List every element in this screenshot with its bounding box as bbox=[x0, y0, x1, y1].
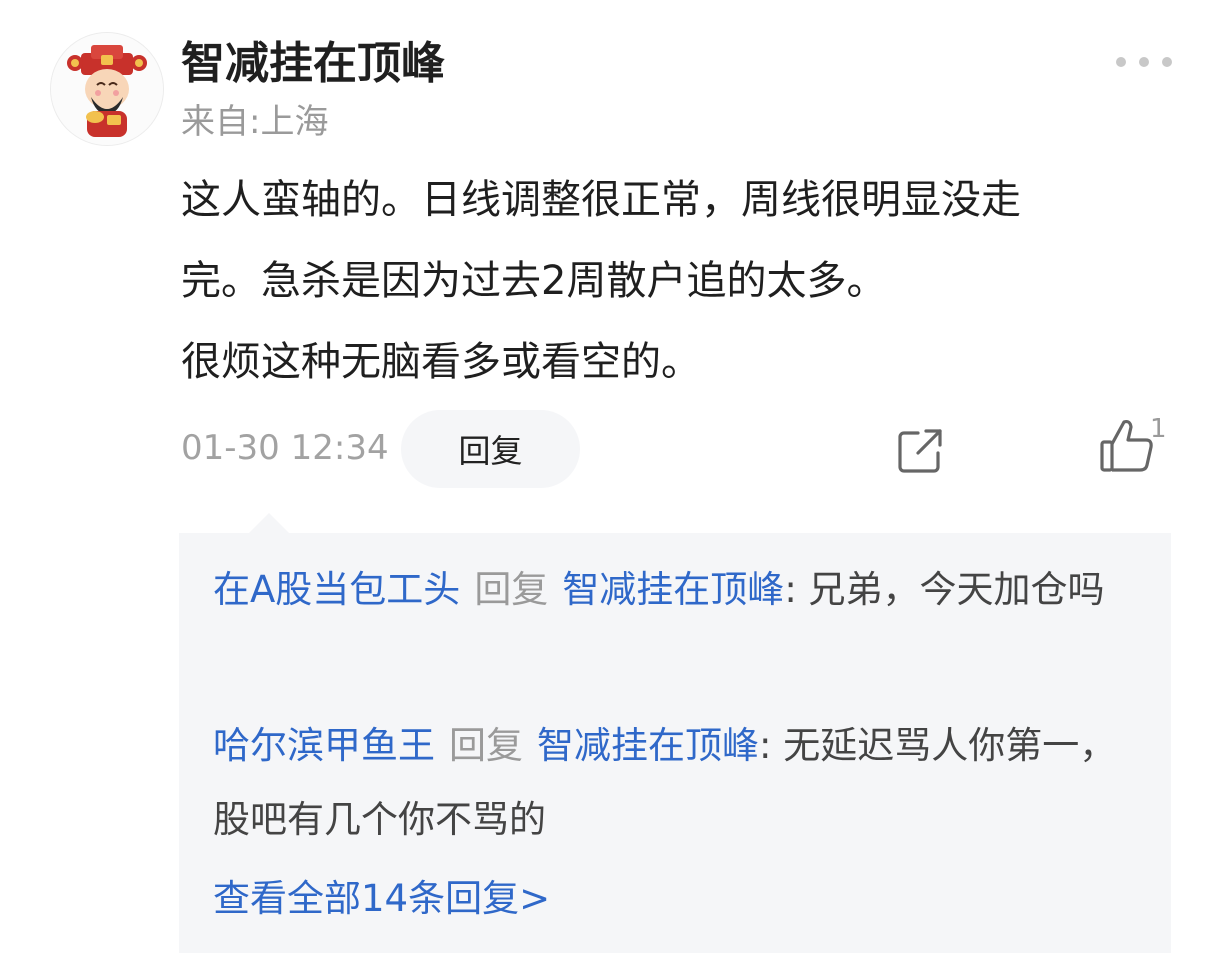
more-dots-icon[interactable] bbox=[1116, 52, 1172, 72]
reply-verb: 回复 bbox=[474, 568, 549, 611]
more-dot bbox=[1116, 57, 1126, 67]
share-icon[interactable] bbox=[896, 425, 946, 475]
avatar[interactable] bbox=[50, 32, 164, 146]
reply-target[interactable]: 智减挂在顶峰 bbox=[562, 568, 784, 611]
reply-author[interactable]: 在A股当包工头 bbox=[213, 568, 460, 611]
reply-box-pointer bbox=[249, 513, 289, 533]
view-all-replies-link[interactable]: 查看全部14条回复> bbox=[213, 871, 550, 927]
reply-verb: 回复 bbox=[449, 724, 523, 767]
content-line: 这人蛮轴的。日线调整很正常，周线很明显没走 bbox=[181, 177, 1021, 223]
reply-target[interactable]: 智减挂在顶峰 bbox=[537, 724, 759, 767]
avatar-image bbox=[51, 33, 163, 145]
content-line: 完。急杀是因为过去2周散户追的太多。 bbox=[181, 258, 887, 304]
reply-author[interactable]: 哈尔滨甲鱼王 bbox=[213, 724, 435, 767]
username[interactable]: 智减挂在顶峰 bbox=[181, 36, 445, 92]
reply-thread: 在A股当包工头 回复 智减挂在顶峰: 兄弟，今天加仓吗 哈尔滨甲鱼王 回复 智减挂在顶峰… bbox=[179, 533, 1171, 953]
reply-text: : 兄弟，今天加仓吗 bbox=[784, 568, 1105, 611]
content-line: 很烦这种无脑看多或看空的。 bbox=[181, 339, 701, 385]
like-count: 1 bbox=[1150, 414, 1167, 444]
more-dot bbox=[1162, 57, 1172, 67]
reply-item[interactable]: 在A股当包工头 回复 智减挂在顶峰: 兄弟，今天加仓吗 bbox=[213, 553, 1143, 627]
reply-button[interactable]: 回复 bbox=[401, 410, 580, 488]
more-dot bbox=[1139, 57, 1149, 67]
reply-item[interactable]: 哈尔滨甲鱼王 回复 智减挂在顶峰: 无延迟骂人你第一，股吧有几个你不骂的 bbox=[213, 709, 1143, 857]
post-content: 这人蛮轴的。日线调整很正常，周线很明显没走 完。急杀是因为过去2周散户追的太多。… bbox=[181, 160, 1191, 403]
location-label: 来自:上海 bbox=[181, 102, 329, 142]
post-timestamp: 01-30 12:34 bbox=[181, 428, 389, 468]
